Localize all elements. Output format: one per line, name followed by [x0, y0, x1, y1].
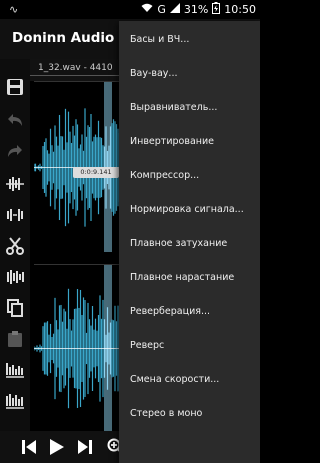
- menu-item-fade-out[interactable]: Плавное затухание: [119, 227, 260, 261]
- silence-waveform-icon[interactable]: [3, 203, 27, 227]
- paste-icon[interactable]: [3, 327, 27, 351]
- menu-item-normalize[interactable]: Нормировка сигнала...: [119, 193, 260, 227]
- save-icon[interactable]: [3, 75, 27, 99]
- copy-icon[interactable]: [3, 296, 27, 320]
- menu-item-change-speed[interactable]: Смена скорости...: [119, 363, 260, 397]
- clock: 10:50: [224, 3, 256, 16]
- sound-wave-icon: ∿: [9, 3, 19, 16]
- battery-percent: 31%: [183, 3, 209, 16]
- menu-item-wah-wah[interactable]: Вау-вау...: [119, 57, 260, 91]
- redo-icon[interactable]: [3, 139, 27, 163]
- sample-rate-icon[interactable]: [3, 358, 27, 382]
- status-bar: ∿ G 31% 10:50: [0, 0, 260, 19]
- menu-item-bass-treble[interactable]: Басы и ВЧ...: [119, 23, 260, 57]
- skip-next-icon[interactable]: [73, 435, 97, 459]
- signal-label: G: [157, 3, 166, 16]
- status-right-group: G 31% 10:50: [141, 2, 256, 17]
- menu-item-reverb[interactable]: Реверберация...: [119, 295, 260, 329]
- menu-item-compressor[interactable]: Компрессор...: [119, 159, 260, 193]
- play-icon[interactable]: [45, 435, 69, 459]
- menu-item-stereo-to-mono[interactable]: Стерео в моно: [119, 397, 260, 431]
- effects-menu: Басы и ВЧ... Вау-вау... Выравниватель...…: [119, 21, 260, 463]
- menu-item-reverse[interactable]: Реверс: [119, 329, 260, 363]
- wifi-icon: [141, 3, 153, 16]
- selection-time-badge: 0:0:9.141: [73, 167, 119, 178]
- undo-icon[interactable]: [3, 108, 27, 132]
- cut-icon[interactable]: [3, 234, 27, 258]
- battery-charging-icon: [212, 2, 221, 17]
- split-waveform-icon[interactable]: [3, 265, 27, 289]
- trim-waveform-icon[interactable]: [3, 172, 27, 196]
- file-label: 1_32.wav - 4410: [38, 63, 113, 73]
- resample-icon[interactable]: [3, 389, 27, 413]
- menu-item-invert[interactable]: Инвертирование: [119, 125, 260, 159]
- skip-previous-icon[interactable]: [17, 435, 41, 459]
- left-toolbar: [0, 59, 30, 431]
- menu-item-equalizer[interactable]: Выравниватель...: [119, 91, 260, 125]
- signal-icon: [169, 3, 180, 16]
- menu-item-fade-in[interactable]: Плавное нарастание: [119, 261, 260, 295]
